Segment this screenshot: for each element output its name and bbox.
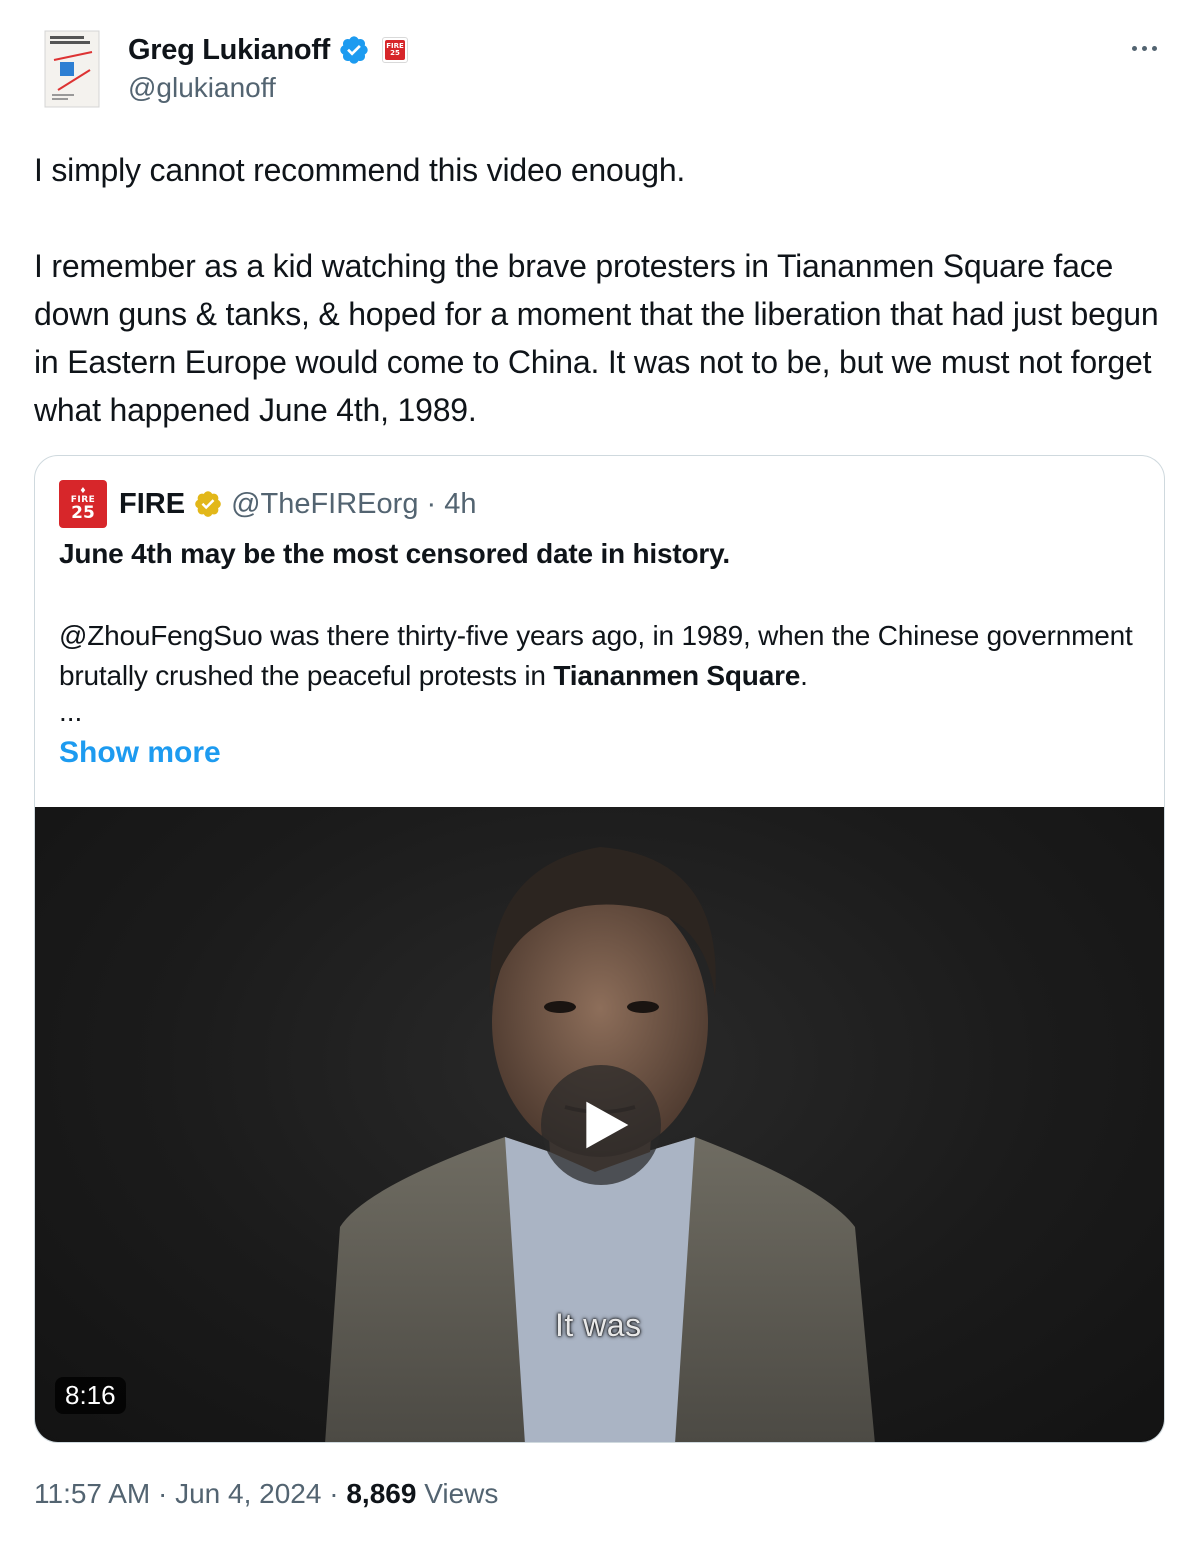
quoted-body: @ZhouFengSuo was there thirty-five years… [59, 616, 1139, 696]
quoted-headline: June 4th may be the most censored date i… [59, 538, 730, 569]
quoted-author-name[interactable]: FIRE [119, 488, 185, 521]
video-subtitle: It was [555, 1307, 642, 1343]
tweet-paragraph: I remember as a kid watching the brave p… [34, 248, 1159, 428]
tweet-text: I simply cannot recommend this video eno… [34, 146, 1174, 434]
quoted-body-bold: Tiananmen Square [553, 660, 801, 691]
author-display-name[interactable]: Greg Lukianoff [128, 34, 330, 67]
verified-icon[interactable] [338, 34, 370, 66]
author-handle[interactable]: @glukianoff [128, 72, 276, 104]
quoted-tweet[interactable]: ♦ FIRE 25 FIRE @TheFIREorg · 4h June 4th… [34, 455, 1165, 1443]
tweet-meta: 11:57 AM · Jun 4, 2024 · 8,869 Views [34, 1478, 498, 1510]
quoted-avatar-number: 25 [71, 502, 95, 523]
more-icon[interactable] [1126, 40, 1162, 56]
gold-verified-icon[interactable] [193, 489, 223, 519]
views-count: 8,869 [346, 1478, 417, 1509]
video-duration: 8:16 [55, 1377, 126, 1414]
views-label: Views [416, 1478, 499, 1509]
quoted-ellipsis: ... [59, 696, 83, 727]
show-more-link[interactable]: Show more [59, 736, 221, 770]
author-name-row: Greg Lukianoff FIRE 25 [128, 30, 409, 70]
play-button[interactable] [541, 1065, 661, 1185]
quoted-tweet-header: ♦ FIRE 25 FIRE @TheFIREorg · 4h [59, 480, 476, 528]
quoted-author-handle-time[interactable]: @TheFIREorg · 4h [231, 488, 476, 521]
tweet-paragraph: I simply cannot recommend this video eno… [34, 152, 686, 188]
play-icon [586, 1101, 629, 1149]
quoted-body-suffix: . [800, 660, 808, 691]
affiliate-badge[interactable]: FIRE 25 [382, 37, 409, 63]
tweet-timestamp[interactable]: 11:57 AM · Jun 4, 2024 · [34, 1478, 346, 1510]
tweet: Greg Lukianoff FIRE 25 @glukianoff I sim… [0, 0, 1200, 1544]
video-player[interactable]: It was 8:16 [35, 807, 1164, 1442]
affiliate-badge-text: FIRE 25 [385, 40, 406, 60]
author-avatar[interactable] [44, 30, 100, 108]
quoted-author-avatar[interactable]: ♦ FIRE 25 [59, 480, 107, 528]
